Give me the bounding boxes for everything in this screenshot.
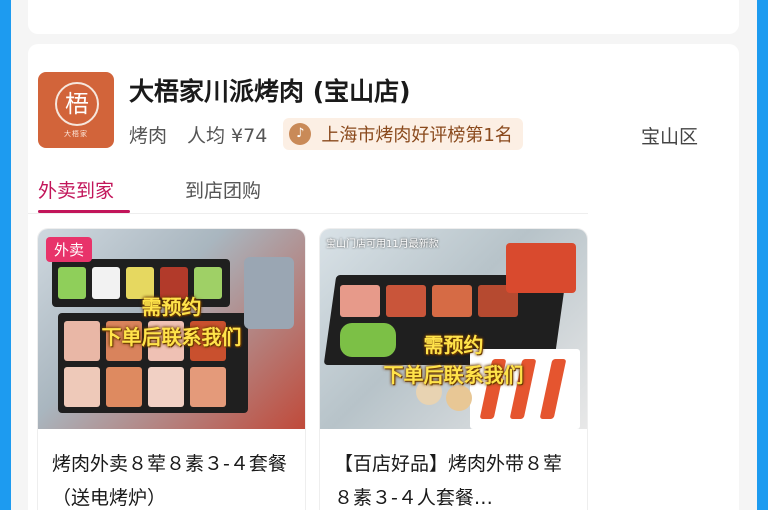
photo-overlay-line2: 下单后联系我们: [383, 363, 524, 387]
avg-price: 人均 ¥74: [187, 124, 268, 147]
photo-overlay-line2: 下单后联系我们: [101, 325, 242, 349]
store-district: 宝山区: [641, 126, 699, 148]
photo-caption: 宝山门店可用11月最新款: [326, 239, 439, 250]
logo-mark: 梧: [55, 82, 99, 126]
photo-overlay-line1: 需预约: [141, 295, 202, 319]
product-card[interactable]: 宝山门店可用11月最新款 需预约 下单后联系我们 【百店好品】烤肉外带８荤８素３…: [320, 229, 587, 510]
product-title[interactable]: 烤肉外卖８荤８素３-４套餐（送电烤炉）: [38, 429, 305, 510]
logo-subtext: 大梧家: [64, 130, 88, 138]
product-card[interactable]: 需预约 下单后联系我们 外卖 烤肉外卖８荤８素３-４套餐（送电烤炉）: [38, 229, 305, 510]
delivery-tag: 外卖: [46, 237, 93, 262]
rank-badge-label: 上海市烤肉好评榜第1名: [321, 125, 513, 146]
photo-overlay-line1: 需预约: [423, 333, 484, 357]
rank-badge[interactable]: ♪ 上海市烤肉好评榜第1名: [283, 118, 523, 150]
store-name[interactable]: 大梧家川派烤肉 (宝山店): [129, 72, 411, 108]
product-photo: 宝山门店可用11月最新款 需预约 下单后联系我们: [320, 229, 587, 429]
store-logo[interactable]: 梧 大梧家: [38, 72, 114, 148]
store-meta-row: 烤肉 人均 ¥74 ♪ 上海市烤肉好评榜第1名: [129, 118, 523, 150]
product-title[interactable]: 【百店好品】烤肉外带８荤８素３-４人套餐…: [320, 429, 587, 510]
tiktok-icon: ♪: [289, 123, 312, 145]
store-category: 烤肉: [129, 124, 168, 147]
tab-delivery[interactable]: 外卖到家: [38, 176, 114, 203]
tab-divider: [28, 213, 588, 214]
tab-in-store-group-buy[interactable]: 到店团购: [185, 176, 261, 203]
product-photo: 需预约 下单后联系我们 外卖: [38, 229, 305, 429]
previous-card: [28, 0, 739, 34]
phone-screen: 梧 大梧家 大梧家川派烤肉 (宝山店) 烤肉 人均 ¥74 ♪ 上海市烤肉好评榜…: [11, 0, 757, 510]
